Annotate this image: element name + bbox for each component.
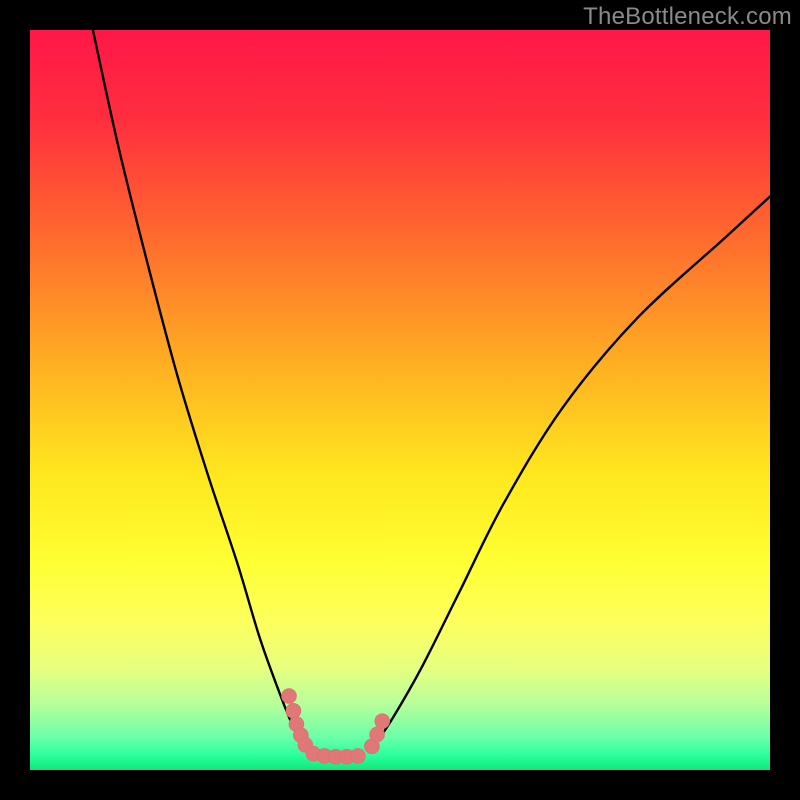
gradient-background <box>30 30 770 770</box>
marker-left-cluster-1 <box>286 704 301 719</box>
plot-area <box>30 30 770 770</box>
marker-left-cluster-0 <box>282 689 297 704</box>
marker-right-cluster-1 <box>370 727 385 742</box>
chart-svg <box>30 30 770 770</box>
marker-right-cluster-2 <box>375 714 390 729</box>
chart-frame: TheBottleneck.com <box>0 0 800 800</box>
marker-bottom-cluster-4 <box>351 749 366 764</box>
watermark-text: TheBottleneck.com <box>583 3 792 31</box>
